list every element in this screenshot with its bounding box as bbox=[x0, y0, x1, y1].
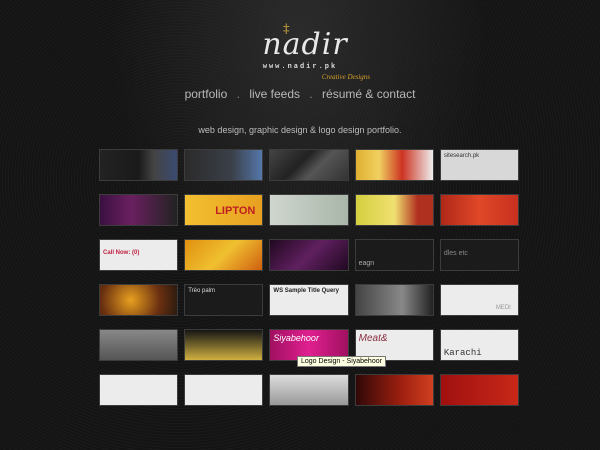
portfolio-thumbnail[interactable] bbox=[99, 329, 179, 361]
portfolio-thumbnail[interactable] bbox=[439, 194, 520, 226]
nav-separator: . bbox=[236, 87, 240, 101]
portfolio-thumbnail[interactable] bbox=[184, 329, 264, 361]
portfolio-thumbnail[interactable]: LIPTON bbox=[184, 194, 264, 226]
thumbnail-tooltip: Logo Design - Siyabehoor bbox=[297, 356, 386, 367]
portfolio-grid: sitesearch.pk LIPTON Call Now: (0) eagn … bbox=[99, 149, 520, 419]
portfolio-thumbnail[interactable] bbox=[184, 239, 264, 271]
nav-separator: . bbox=[309, 87, 313, 101]
portfolio-thumbnail[interactable]: Karachi bbox=[439, 329, 520, 361]
nav-resume-contact[interactable]: résumé & contact bbox=[322, 87, 415, 101]
portfolio-thumbnail[interactable] bbox=[354, 284, 434, 316]
portfolio-thumbnail[interactable]: Call Now: (0) bbox=[99, 239, 179, 271]
portfolio-thumbnail[interactable]: Trèo palm bbox=[184, 284, 264, 316]
portfolio-thumbnail[interactable]: sitesearch.pk bbox=[439, 149, 520, 181]
portfolio-thumbnail[interactable] bbox=[354, 194, 434, 226]
main-nav: portfolio . live feeds . résumé & contac… bbox=[0, 87, 600, 101]
nav-live-feeds[interactable]: live feeds bbox=[249, 87, 300, 101]
portfolio-thumbnail[interactable] bbox=[439, 374, 520, 406]
logo-url: www.nadir.pk bbox=[262, 63, 338, 71]
portfolio-thumbnail[interactable]: eagn bbox=[354, 239, 434, 271]
portfolio-thumbnail[interactable] bbox=[99, 194, 179, 226]
portfolio-thumbnail[interactable] bbox=[354, 374, 434, 406]
portfolio-thumbnail[interactable] bbox=[269, 194, 349, 226]
portfolio-thumbnail[interactable] bbox=[269, 149, 349, 181]
logo-tagline: Creative Designs bbox=[321, 73, 370, 81]
portfolio-thumbnail[interactable] bbox=[99, 284, 179, 316]
portfolio-thumbnail[interactable] bbox=[184, 374, 264, 406]
portfolio-thumbnail[interactable] bbox=[269, 374, 349, 406]
logo-name: nadir bbox=[262, 27, 348, 62]
site-logo[interactable]: ‡ nadir www.nadir.pk Creative Designs bbox=[0, 10, 600, 82]
nav-portfolio[interactable]: portfolio bbox=[185, 87, 228, 101]
portfolio-thumbnail[interactable] bbox=[354, 149, 434, 181]
page-tagline: web design, graphic design & logo design… bbox=[198, 125, 402, 135]
portfolio-thumbnail[interactable] bbox=[99, 149, 179, 181]
portfolio-thumbnail[interactable]: dles etc bbox=[439, 239, 520, 271]
portfolio-thumbnail[interactable] bbox=[269, 239, 349, 271]
portfolio-thumbnail[interactable] bbox=[184, 149, 264, 181]
portfolio-thumbnail[interactable] bbox=[99, 374, 179, 406]
portfolio-thumbnail[interactable]: WS Sample Title Query bbox=[269, 284, 349, 316]
portfolio-thumbnail[interactable]: MEDI bbox=[439, 284, 520, 316]
